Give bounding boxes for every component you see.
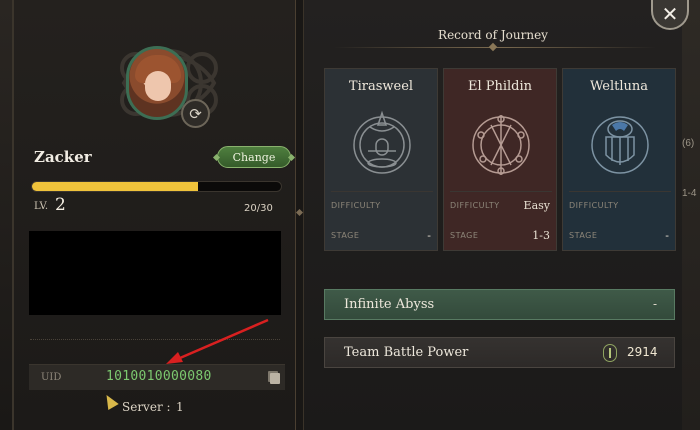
difficulty-label: DIFFICULTY [331,201,381,210]
copy-icon[interactable] [270,373,280,384]
background-text: (6) [682,138,695,149]
divider [30,339,280,340]
player-name: Zacker [34,148,92,166]
avatar-face [145,71,171,101]
card-title: El Phildin [467,79,533,94]
close-icon: ✕ [661,2,679,26]
title-ornament [488,42,498,52]
journey-card-el-phildin[interactable]: El Phildin DIFFICULTY Easy STAGE 1-3 [443,68,557,251]
level-label: LV. [34,201,49,212]
stage-label: STAGE [331,231,360,240]
server-value: 1 [176,400,184,414]
stage-value: 1-3 [532,229,550,242]
team-battle-power-row: Team Battle Power 2914 [324,337,675,368]
card-title: Tirasweel [348,79,414,94]
xp-bar [31,181,282,192]
power-label: Team Battle Power [344,345,469,360]
server-label: Server : [122,400,171,414]
player-info-pane: ⟳ Zacker Change LV. 2 20/30 UID 10100100… [14,0,296,430]
stage-label: STAGE [569,231,598,240]
difficulty-value: Easy [523,199,550,212]
card-separator [569,191,671,192]
abyss-value: - [652,297,657,311]
infinite-abyss-row[interactable]: Infinite Abyss - [324,289,675,320]
power-value: 2914 [627,345,658,359]
uid-label: UID [41,372,62,383]
xp-bar-fill [32,182,199,191]
uid-value: 1010010000080 [106,369,212,384]
difficulty-label: DIFFICULTY [569,201,619,210]
journey-title: Record of Journey [438,28,548,42]
tirasweel-emblem-icon [353,110,411,174]
hidden-content-area [29,231,281,315]
change-button[interactable]: Change [217,146,291,168]
xp-text: 20/30 [244,203,273,214]
el-phildin-emblem-icon [472,115,530,175]
card-title: Weltluna [589,79,649,94]
stage-value: - [427,229,431,242]
abyss-label: Infinite Abyss [344,297,435,312]
swap-icon: ⟳ [189,104,202,123]
journey-card-weltluna[interactable]: Weltluna DIFFICULTY STAGE - [562,68,676,251]
weltluna-emblem-icon [591,116,649,174]
divider-ornament [295,208,304,217]
stage-value: - [665,229,669,242]
profile-panel: ⟳ Zacker Change LV. 2 20/30 UID 10100100… [12,0,682,430]
battle-power-icon [603,344,617,362]
journey-pane: Record of Journey Tirasweel DIFFICULTY S… [304,0,682,430]
uid-row: UID 1010010000080 [29,364,285,390]
level-value: 2 [55,195,66,215]
swap-avatar-button[interactable]: ⟳ [181,99,210,128]
card-separator [331,191,433,192]
background-text: 1-4 [682,188,697,199]
pane-divider [295,0,304,430]
journey-card-tirasweel[interactable]: Tirasweel DIFFICULTY STAGE - [324,68,438,251]
avatar[interactable] [126,46,188,120]
mouse-cursor [101,391,119,411]
card-separator [450,191,552,192]
